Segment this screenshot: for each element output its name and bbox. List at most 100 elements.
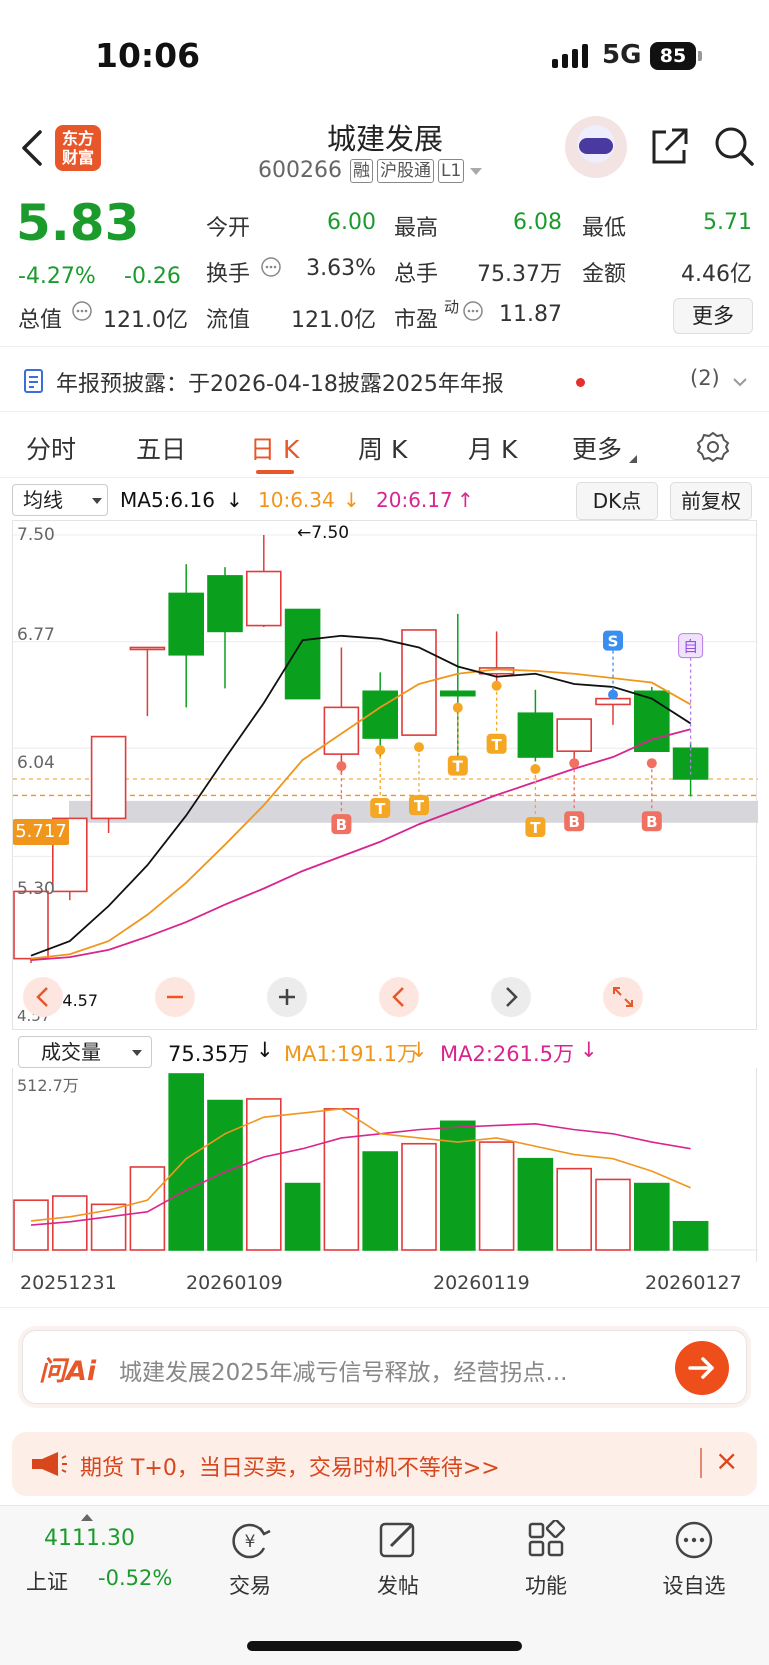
- logo-line1: 东方: [61, 129, 94, 148]
- candle-body: [246, 570, 282, 627]
- scroll-left-button[interactable]: [379, 977, 419, 1017]
- megaphone-icon: [32, 1452, 67, 1476]
- volume-bar: [595, 1178, 631, 1251]
- gear-icon[interactable]: [696, 430, 730, 464]
- low-label: 最低: [582, 216, 627, 241]
- info-icon[interactable]: [462, 300, 484, 322]
- ai-question-card[interactable]: 问Ai 城建发展2025年减亏信号释放，经营拐点...: [22, 1330, 747, 1404]
- quote-panel: 5.83 -4.27% -0.26 今开 6.00 最高 6.08 最低 5.7…: [0, 192, 769, 347]
- tab-intraday[interactable]: 分时: [26, 430, 76, 466]
- corner-arrow-icon: [629, 455, 637, 463]
- chevron-down-icon: [733, 378, 747, 387]
- share-icon[interactable]: [648, 124, 692, 168]
- kline-chart[interactable]: BTTTTTBSB自 7.50 6.77 6.04 5.30 4.57 5.71…: [12, 520, 758, 1030]
- zoom-in-button[interactable]: [267, 977, 307, 1017]
- volume-bar: [556, 1167, 593, 1251]
- float-label: 流值: [206, 308, 251, 333]
- volume-bar: [168, 1073, 204, 1251]
- candle-body: [129, 646, 166, 651]
- vol-ma2-value: MA2:261.5万: [440, 1042, 575, 1066]
- adjust-button[interactable]: 前复权: [670, 482, 752, 520]
- nav-watchlist-label: 设自选: [662, 1574, 726, 1598]
- ma20-line: [30, 728, 691, 961]
- scroll-right-button[interactable]: [491, 977, 531, 1017]
- ai-go-button[interactable]: [675, 1341, 729, 1395]
- dk-point-button[interactable]: DK点: [576, 482, 658, 520]
- info-icon[interactable]: [71, 300, 93, 322]
- amount-label: 金额: [582, 262, 627, 287]
- unread-dot: [576, 378, 585, 387]
- volume-value: 75.37万: [477, 262, 562, 287]
- high-value: 6.08: [513, 210, 562, 235]
- signal-dot: [336, 761, 347, 772]
- ma20-value: 20:6.17: [376, 488, 453, 512]
- volume-bar: [323, 1108, 360, 1251]
- edit-icon: [379, 1522, 415, 1558]
- expand-icon[interactable]: [603, 977, 643, 1017]
- tab-daily-k[interactable]: 日 K: [250, 430, 299, 466]
- nav-trade-label: 交易: [229, 1574, 271, 1598]
- status-bar: 10:06 5G 85: [0, 0, 769, 110]
- volume-chart[interactable]: 512.7万: [12, 1068, 758, 1262]
- volume-bar: [633, 1182, 670, 1251]
- indicator-select[interactable]: 均线: [12, 484, 108, 516]
- ai-prompt-text: 城建发展2025年减亏信号释放，经营拐点...: [119, 1360, 568, 1386]
- tab-weekly-k[interactable]: 周 K: [358, 430, 407, 466]
- stock-code: 600266: [258, 158, 342, 183]
- nav-watchlist[interactable]: 设自选: [634, 1520, 754, 1600]
- volume-bar: [129, 1166, 166, 1251]
- candle-body: [556, 718, 593, 752]
- zoom-out-button[interactable]: [155, 977, 195, 1017]
- stock-header: 东方 财富 城建发展 600266 融 沪股通 L1: [0, 110, 769, 190]
- left-button[interactable]: [23, 977, 63, 1017]
- volume-bar: [13, 1199, 49, 1251]
- arrow-right-icon: [688, 1357, 714, 1379]
- vol-ma2-arrow: ↓: [580, 1038, 598, 1062]
- dropdown-icon: [132, 1050, 142, 1056]
- nav-post[interactable]: 发帖: [338, 1520, 458, 1600]
- notice-bar[interactable]: 年报预披露：于2026-04-18披露2025年年报 (2): [0, 350, 769, 412]
- stock-code-row[interactable]: 600266 融 沪股通 L1: [258, 158, 484, 183]
- candle-body: [90, 735, 127, 820]
- signal-label: B: [336, 816, 347, 834]
- volume-bar: [362, 1151, 399, 1251]
- float-value: 121.0亿: [291, 308, 376, 333]
- vol-ma1-value: MA1:191.1万: [284, 1042, 419, 1066]
- nav-functions[interactable]: 功能: [486, 1518, 606, 1600]
- back-icon[interactable]: [18, 128, 48, 168]
- current-price-tag: 5.717: [13, 819, 69, 845]
- index-value[interactable]: 4111.30: [44, 1526, 135, 1551]
- tab-more[interactable]: 更多: [572, 430, 622, 466]
- status-time: 10:06: [95, 36, 201, 75]
- volume-indicator-select[interactable]: 成交量: [18, 1036, 152, 1068]
- close-icon[interactable]: ×: [715, 1444, 738, 1477]
- signal-label: B: [646, 813, 657, 831]
- tab-five-day[interactable]: 五日: [136, 430, 186, 466]
- change-percent: -4.27%: [18, 264, 96, 289]
- vol-ma1-arrow: ↓: [410, 1038, 428, 1062]
- signal-label: B: [568, 813, 579, 831]
- signal-label: T: [453, 758, 464, 776]
- promo-banner[interactable]: 期货 T+0，当日买卖，交易时机不等待>> ×: [12, 1432, 757, 1496]
- volume-bar: [478, 1141, 515, 1251]
- more-button[interactable]: 更多: [673, 298, 753, 334]
- assistant-avatar[interactable]: [565, 116, 627, 178]
- ma10-value: 10:6.34: [258, 488, 335, 512]
- ma-legend-row: 均线 MA5:6.16 ↓ 10:6.34 ↓ 20:6.17 ↑ DK点 前复…: [0, 482, 769, 522]
- tab-monthly-k[interactable]: 月 K: [468, 430, 517, 466]
- logo-line2: 财富: [61, 148, 94, 167]
- search-icon[interactable]: [712, 124, 756, 168]
- axis-l2-label: 6.77: [17, 625, 55, 645]
- kline-svg: B T T T T T B S B 自: [13, 534, 758, 963]
- ai-logo: 问Ai: [39, 1356, 97, 1387]
- more-circle-icon: [675, 1521, 713, 1559]
- battery-tip: [698, 51, 702, 61]
- period-tabs: 分时 五日 日 K 周 K 月 K 更多: [0, 416, 769, 478]
- index-change: -0.52%: [98, 1566, 173, 1590]
- candle-body: [284, 608, 321, 700]
- candle-body: [13, 890, 49, 960]
- signal-dot: [530, 764, 541, 775]
- nav-trade[interactable]: ¥ 交易: [190, 1520, 310, 1600]
- volume-bar: [672, 1220, 709, 1251]
- info-icon[interactable]: [260, 256, 282, 278]
